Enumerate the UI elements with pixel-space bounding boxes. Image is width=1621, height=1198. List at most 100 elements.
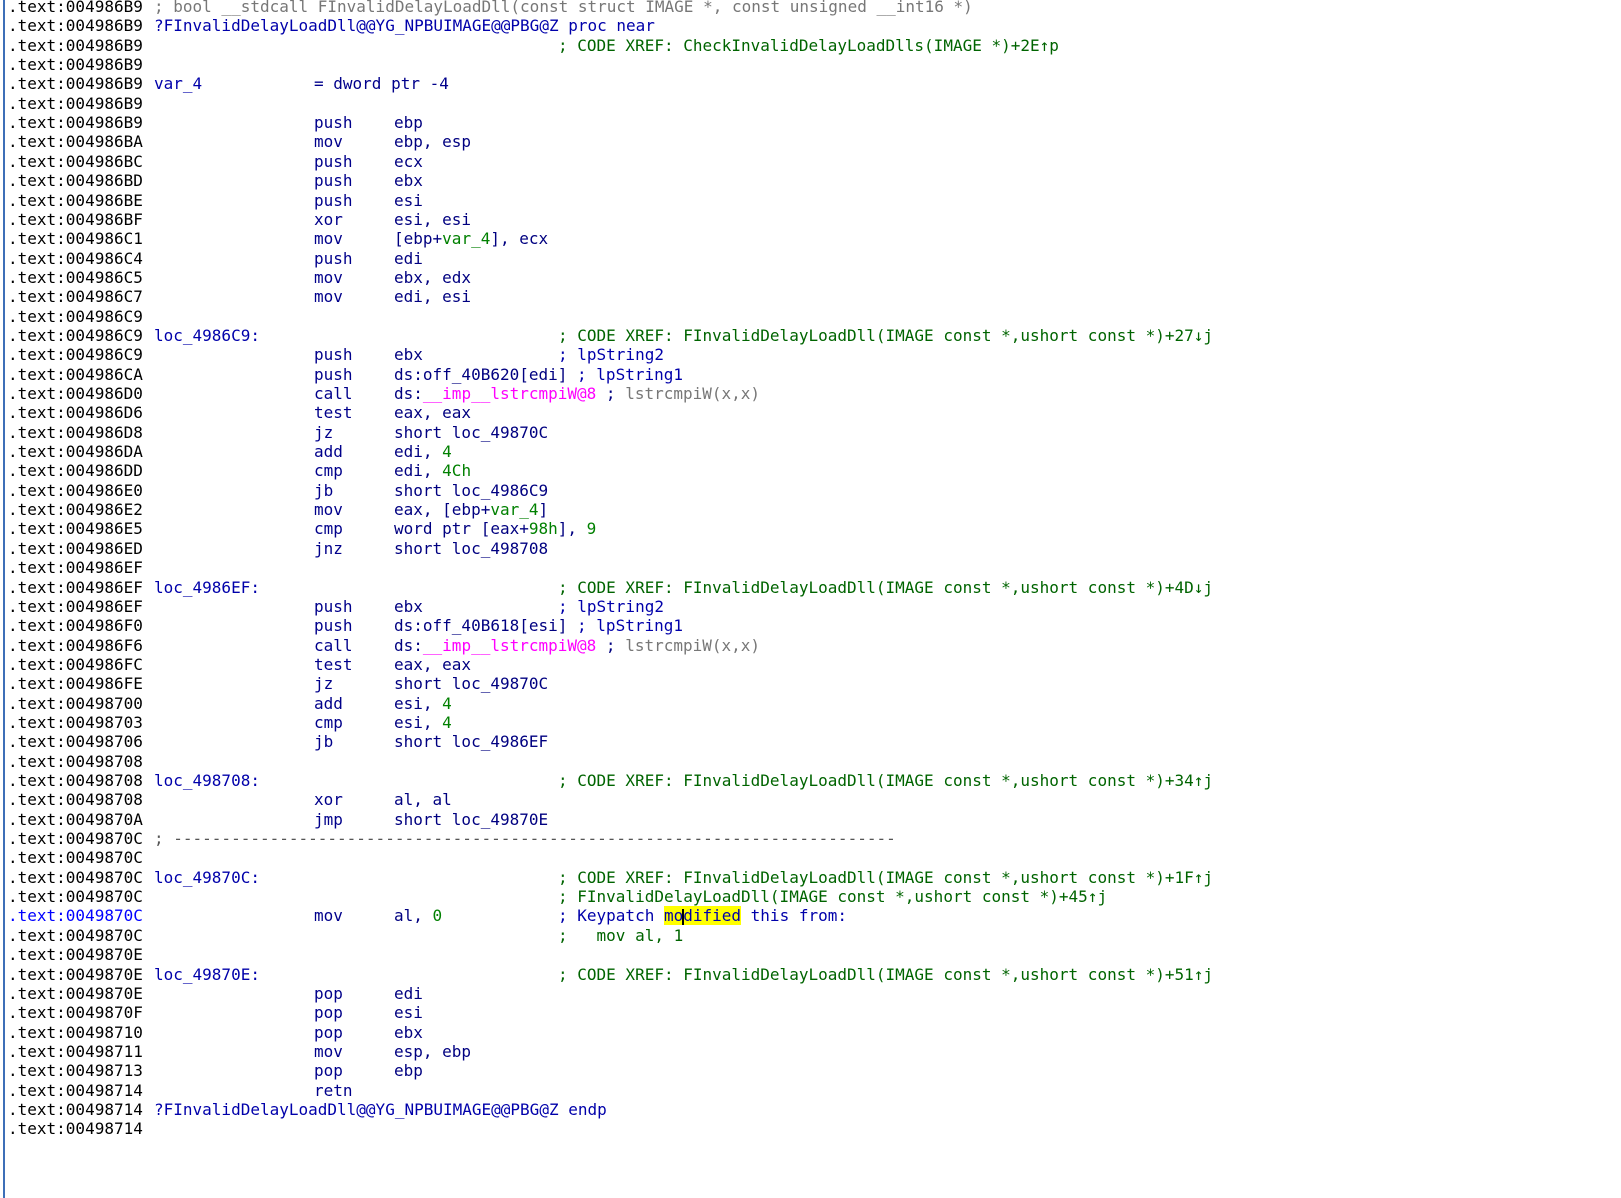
instruction-operands[interactable]: ebx [394,171,423,191]
line-address: .text:00498708 [8,790,143,810]
code-label[interactable]: ?FInvalidDelayLoadDll@@YG_NPBUIMAGE@@PBG… [154,16,655,36]
instruction-operands[interactable]: edi, esi [394,287,471,307]
code-label[interactable]: loc_4986EF: [154,578,260,598]
instruction-operands[interactable]: ebx, edx [394,268,471,288]
instruction-mnemonic[interactable]: push [314,597,353,617]
line-address: .text:0049870E [8,983,143,1003]
instruction-mnemonic[interactable]: pop [314,1061,343,1081]
instruction-operands[interactable]: ds:__imp__lstrcmpiW@8 ; lstrcmpiW(x,x) [394,384,760,404]
code-label[interactable]: ?FInvalidDelayLoadDll@@YG_NPBUIMAGE@@PBG… [154,1100,607,1120]
instruction-mnemonic[interactable]: pop [314,1023,343,1043]
line-address: .text:004986DA [8,442,143,462]
line-address: .text:004986DD [8,461,143,481]
instruction-mnemonic[interactable]: push [314,616,353,636]
instruction-mnemonic[interactable]: push [314,365,353,385]
line-address: .text:004986EF [8,596,143,616]
instruction-mnemonic[interactable]: test [314,655,353,675]
instruction-operands[interactable]: ds:off_40B618[esi] ; lpString1 [394,616,683,636]
instruction-mnemonic[interactable]: mov [314,500,343,520]
comment: ; CODE XREF: FInvalidDelayLoadDll(IMAGE … [558,577,1214,597]
instruction-mnemonic[interactable]: cmp [314,519,343,539]
instruction-mnemonic[interactable]: test [314,403,353,423]
instruction-operands[interactable]: ebp [394,113,423,133]
instruction-operands[interactable]: short loc_4986EF [394,732,548,752]
code-label[interactable]: loc_49870E: [154,965,260,985]
line-address: .text:0049870C [8,887,143,907]
instruction-operands[interactable]: short loc_4986C9 [394,481,548,501]
instruction-mnemonic[interactable]: mov [314,1042,343,1062]
line-address: .text:004986ED [8,538,143,558]
code-label[interactable]: loc_49870C: [154,868,260,888]
code-label[interactable]: var_4 [154,74,202,94]
instruction-operands[interactable]: eax, eax [394,403,471,423]
disassembly-listing[interactable]: .text:004986B9 ; bool __stdcall FInvalidD… [0,0,1621,1198]
instruction-mnemonic[interactable]: cmp [314,713,343,733]
instruction-operands[interactable]: ebx [394,597,423,617]
line-address: .text:004986C7 [8,287,143,307]
instruction-mnemonic[interactable]: push [314,171,353,191]
instruction-operands[interactable]: esi [394,191,423,211]
instruction-mnemonic[interactable]: push [314,249,353,269]
instruction-operands[interactable]: esi, 4 [394,713,452,733]
line-address: .text:0049870C [8,848,143,868]
instruction-mnemonic[interactable]: pop [314,1003,343,1023]
instruction-operands[interactable]: esi, esi [394,210,471,230]
instruction-operands[interactable]: edi [394,249,423,269]
instruction-operands[interactable]: edi [394,984,423,1004]
instruction-mnemonic[interactable]: mov [314,287,343,307]
instruction-operands[interactable]: esi, 4 [394,694,452,714]
instruction-mnemonic[interactable]: jb [314,481,333,501]
instruction-mnemonic[interactable]: xor [314,210,343,230]
line-address: .text:004986C1 [8,229,143,249]
instruction-mnemonic[interactable]: call [314,384,353,404]
instruction-operands[interactable]: edi, 4Ch [394,461,471,481]
instruction-operands[interactable]: short loc_49870C [394,423,548,443]
instruction-operands[interactable]: short loc_498708 [394,539,548,559]
instruction-mnemonic[interactable]: jz [314,423,333,443]
instruction-mnemonic[interactable]: cmp [314,461,343,481]
code-label[interactable]: loc_498708: [154,771,260,791]
instruction-mnemonic[interactable]: push [314,113,353,133]
instruction-operands[interactable]: eax, eax [394,655,471,675]
instruction-mnemonic[interactable]: retn [314,1081,353,1101]
instruction-operands[interactable]: ebp [394,1061,423,1081]
instruction-operands[interactable]: ebp, esp [394,132,471,152]
instruction-mnemonic[interactable]: push [314,345,353,365]
instruction-mnemonic[interactable]: mov [314,268,343,288]
code-label[interactable]: loc_4986C9: [154,326,260,346]
instruction-mnemonic[interactable]: push [314,152,353,172]
search-highlight: modified [663,906,742,926]
instruction-mnemonic[interactable]: jz [314,674,333,694]
instruction-mnemonic[interactable]: call [314,636,353,656]
instruction-operands[interactable]: short loc_49870C [394,674,548,694]
instruction-mnemonic[interactable]: mov [314,229,343,249]
line-address: .text:004986C9 [8,345,143,365]
instruction-mnemonic[interactable]: push [314,191,353,211]
line-address: .text:00498706 [8,732,143,752]
instruction-operands[interactable]: ds:off_40B620[edi] ; lpString1 [394,365,683,385]
instruction-mnemonic[interactable]: jmp [314,810,343,830]
instruction-operands[interactable]: esi [394,1003,423,1023]
instruction-operands[interactable]: word ptr [eax+98h], 9 [394,519,596,539]
instruction-operands[interactable]: eax, [ebp+var_4] [394,500,548,520]
instruction-mnemonic[interactable]: jnz [314,539,343,559]
instruction-operands[interactable]: short loc_49870E [394,810,548,830]
instruction-mnemonic[interactable]: add [314,442,343,462]
instruction-mnemonic[interactable]: jb [314,732,333,752]
instruction-operands[interactable]: al, al [394,790,452,810]
instruction-mnemonic[interactable]: mov [314,906,343,926]
instruction-operands[interactable]: ds:__imp__lstrcmpiW@8 ; lstrcmpiW(x,x) [394,636,760,656]
line-address: .text:0049870A [8,809,143,829]
instruction-operands[interactable]: esp, ebp [394,1042,471,1062]
instruction-operands[interactable]: ebx [394,345,423,365]
instruction-operands[interactable]: al, 0 [394,906,442,926]
instruction-operands[interactable]: ebx [394,1023,423,1043]
instruction-mnemonic[interactable]: add [314,694,343,714]
line-address: .text:0049870C [8,867,143,887]
instruction-operands[interactable]: edi, 4 [394,442,452,462]
instruction-mnemonic[interactable]: mov [314,132,343,152]
instruction-operands[interactable]: ecx [394,152,423,172]
instruction-mnemonic[interactable]: pop [314,984,343,1004]
instruction-operands[interactable]: [ebp+var_4], ecx [394,229,548,249]
instruction-mnemonic[interactable]: xor [314,790,343,810]
